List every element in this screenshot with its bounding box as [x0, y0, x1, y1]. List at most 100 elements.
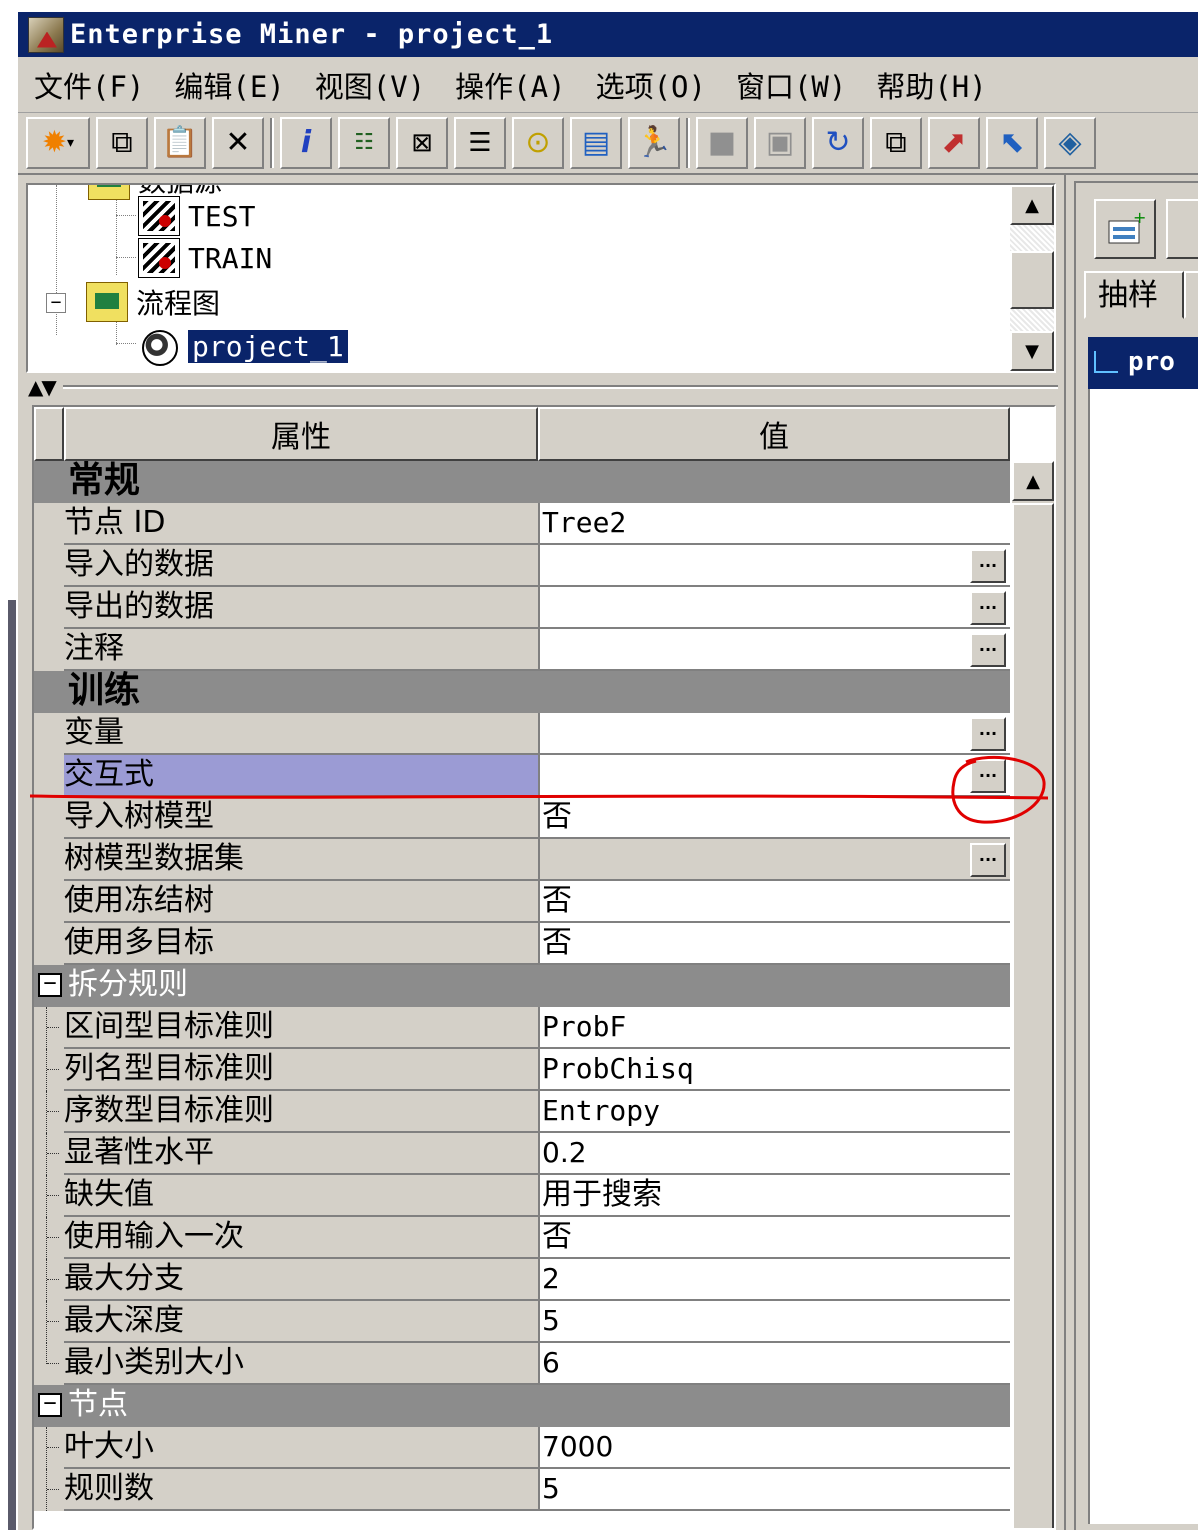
property-name[interactable]: 区间型目标准则 [64, 1007, 538, 1049]
property-value[interactable]: ... [538, 713, 1010, 755]
ellipsis-button[interactable]: ... [970, 591, 1006, 625]
property-name[interactable]: 叶大小 [64, 1427, 538, 1469]
property-name[interactable]: 最大深度 [64, 1301, 538, 1343]
property-name[interactable]: 使用多目标 [64, 923, 538, 965]
menu-view[interactable]: 视图(V) [315, 64, 425, 106]
property-name[interactable]: 变量 [64, 713, 538, 755]
property-row[interactable]: 使用输入一次否 [34, 1217, 1010, 1259]
library-icon[interactable]: ▤ [570, 117, 622, 169]
collapse-minus-icon[interactable]: − [38, 1393, 62, 1417]
copy-icon[interactable]: ⧉ [96, 117, 148, 169]
scroll-up-icon[interactable]: ▲ [1010, 185, 1054, 225]
property-row[interactable]: 注释... [34, 629, 1010, 671]
menu-file[interactable]: 文件(F) [34, 64, 144, 106]
property-value[interactable]: 7000 [538, 1427, 1010, 1469]
property-value[interactable]: Tree2 [538, 503, 1010, 545]
property-name[interactable]: 最小类别大小 [64, 1343, 538, 1385]
menu-edit[interactable]: 编辑(E) [174, 64, 284, 106]
property-row[interactable]: 导入树模型否 [34, 797, 1010, 839]
add-node-icon[interactable]: + [1094, 199, 1156, 259]
property-value[interactable]: 否 [538, 881, 1010, 923]
tree-scrollbar[interactable]: ▲ ▼ [1010, 185, 1054, 371]
property-name[interactable]: 导入树模型 [64, 797, 538, 839]
property-name[interactable]: 列名型目标准则 [64, 1049, 538, 1091]
property-value[interactable]: ... [538, 587, 1010, 629]
property-value[interactable]: ... [538, 629, 1010, 671]
book-icon[interactable]: ◈ [1044, 117, 1096, 169]
title-bar[interactable]: Enterprise Miner - project_1 [18, 12, 1198, 57]
tree-item-diagrams[interactable]: 流程图 [86, 281, 220, 323]
property-value[interactable]: 6 [538, 1343, 1010, 1385]
property-value[interactable]: ... [538, 545, 1010, 587]
property-name[interactable]: 使用冻结树 [64, 881, 538, 923]
property-row[interactable]: 叶大小 7000 [34, 1427, 1010, 1469]
new-star-icon[interactable]: ✹ ▾ [26, 117, 90, 169]
property-value[interactable]: ProbChisq [538, 1049, 1010, 1091]
results-icon[interactable]: ⊙ [512, 117, 564, 169]
panel-splitter[interactable]: ▲▼ [28, 375, 1058, 399]
splitter-arrows-icon[interactable]: ▲▼ [28, 375, 57, 399]
scroll-thumb[interactable] [1010, 251, 1054, 309]
property-row[interactable]: 树模型数据集... [34, 839, 1010, 881]
toolbar-button-clipped[interactable] [1166, 199, 1198, 259]
tree-item-test[interactable]: TEST [138, 195, 255, 237]
tab-sample[interactable]: 抽样 [1084, 271, 1184, 319]
property-row[interactable]: 使用多目标否 [34, 923, 1010, 965]
property-value[interactable]: Entropy [538, 1091, 1010, 1133]
property-row[interactable]: 节点 ID Tree2 [34, 503, 1010, 545]
property-row[interactable]: 导入的数据... [34, 545, 1010, 587]
ellipsis-button[interactable]: ... [970, 549, 1006, 583]
property-name[interactable]: 导出的数据 [64, 587, 538, 629]
property-value[interactable]: 否 [538, 923, 1010, 965]
property-value[interactable]: 否 [538, 1217, 1010, 1259]
scroll-down-icon[interactable]: ▼ [1010, 331, 1054, 371]
paste-icon[interactable]: 📋 [154, 117, 206, 169]
property-name[interactable]: 节点 ID [64, 503, 538, 545]
ellipsis-button[interactable]: ... [970, 717, 1006, 751]
menu-options[interactable]: 选项(O) [596, 64, 706, 106]
property-name[interactable]: 使用输入一次 [64, 1217, 538, 1259]
property-row[interactable]: 交互式... [34, 755, 1010, 797]
property-value[interactable]: 5 [538, 1301, 1010, 1343]
header-property[interactable]: 属性 [64, 407, 538, 461]
menu-actions[interactable]: 操作(A) [455, 64, 565, 106]
property-name[interactable]: 最大分支 [64, 1259, 538, 1301]
property-row[interactable]: 区间型目标准则 ProbF [34, 1007, 1010, 1049]
property-name[interactable]: 显著性水平 [64, 1133, 538, 1175]
property-value[interactable]: ProbF [538, 1007, 1010, 1049]
diagram-canvas[interactable] [1088, 389, 1198, 1524]
menu-window[interactable]: 窗口(W) [736, 64, 846, 106]
property-name[interactable]: 规则数 [64, 1469, 538, 1511]
group-header[interactable]: − 拆分规则 [34, 965, 1010, 1007]
property-value[interactable]: 否 [538, 797, 1010, 839]
property-name[interactable]: 缺失值 [64, 1175, 538, 1217]
property-name[interactable]: 导入的数据 [64, 545, 538, 587]
report-icon[interactable]: ▣ [754, 117, 806, 169]
diagram-title-tab[interactable]: pro [1088, 337, 1198, 389]
property-row[interactable]: 最大深度 5 [34, 1301, 1010, 1343]
menu-help[interactable]: 帮助(H) [876, 64, 986, 106]
property-row[interactable]: 规则数 5 [34, 1469, 1010, 1511]
notepad-icon[interactable]: ☰ [454, 117, 506, 169]
scroll-thumb[interactable] [1012, 503, 1054, 1528]
property-name[interactable]: 注释 [64, 629, 538, 671]
windows-icon[interactable]: ⧉ [870, 117, 922, 169]
open-icon[interactable]: ⬉ [986, 117, 1038, 169]
tree-item-train[interactable]: TRAIN [138, 237, 272, 279]
property-row[interactable]: 变量... [34, 713, 1010, 755]
tab-next-clipped[interactable] [1184, 271, 1198, 319]
edit-node-icon[interactable]: ⊠ [396, 117, 448, 169]
property-row[interactable]: 导出的数据... [34, 587, 1010, 629]
property-row[interactable]: 使用冻结树否 [34, 881, 1010, 923]
collapse-minus-icon[interactable]: − [38, 973, 62, 997]
property-row[interactable]: 缺失值 用于搜索 [34, 1175, 1010, 1217]
info-icon[interactable]: i [280, 117, 332, 169]
property-row[interactable]: 显著性水平 0.2 [34, 1133, 1010, 1175]
ellipsis-button[interactable]: ... [970, 843, 1006, 877]
property-name[interactable]: 交互式 [64, 755, 538, 797]
delete-icon[interactable]: ✕ [212, 117, 264, 169]
stop-icon[interactable]: ■ [696, 117, 748, 169]
model-icon[interactable]: ⬈ [928, 117, 980, 169]
property-value[interactable]: 用于搜索 [538, 1175, 1010, 1217]
property-value[interactable]: 5 [538, 1469, 1010, 1511]
